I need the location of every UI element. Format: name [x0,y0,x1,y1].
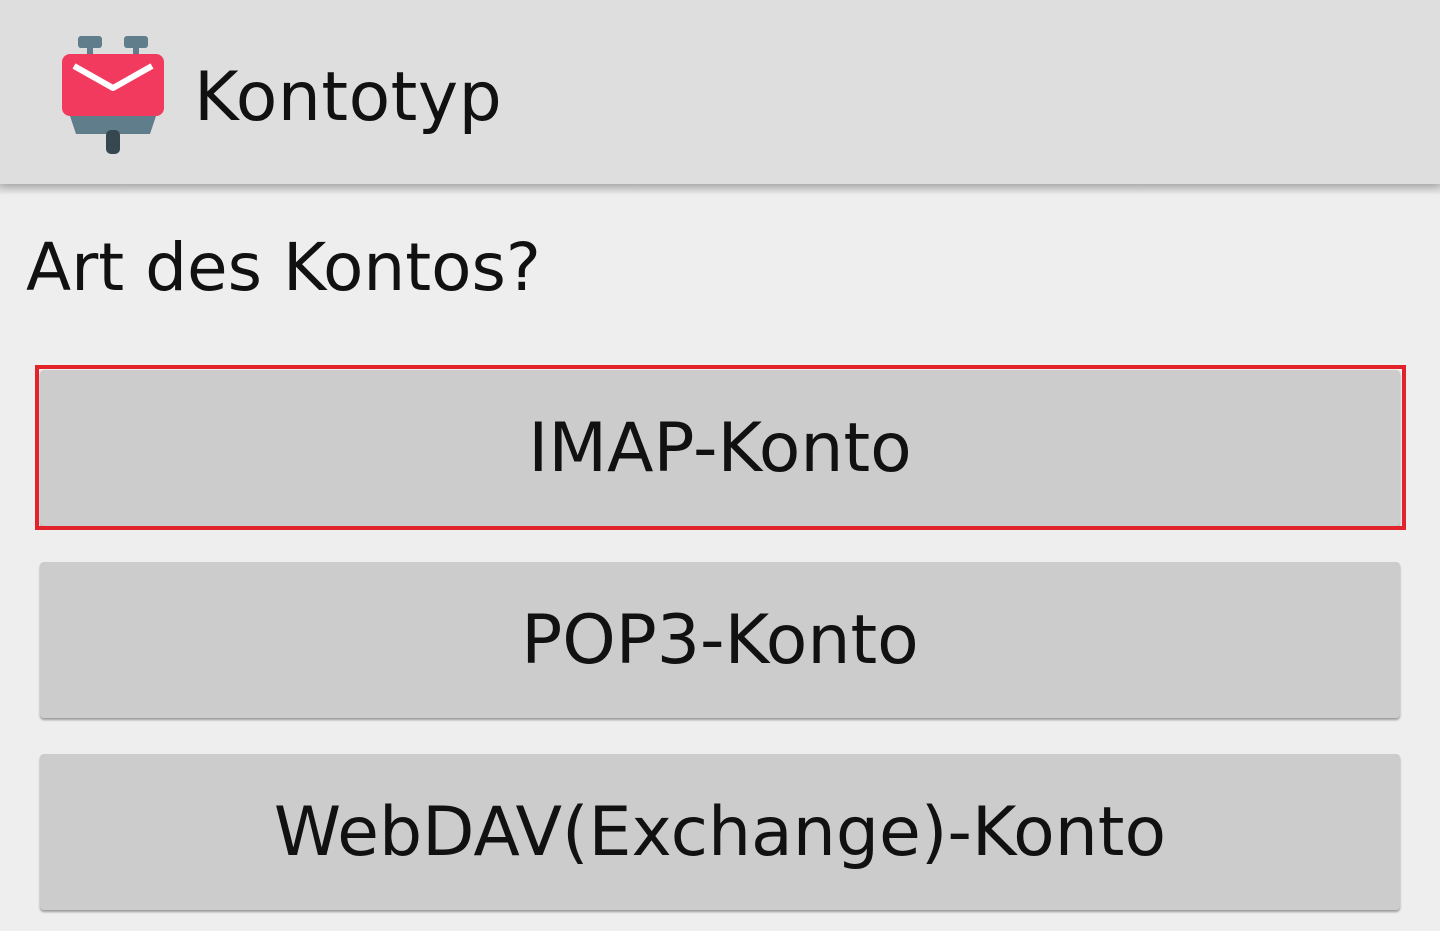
app-bar: Kontotyp [0,0,1440,184]
pop3-account-label: POP3-Konto [521,600,919,680]
imap-account-button[interactable]: IMAP-Konto [40,370,1400,526]
webdav-exchange-account-label: WebDAV(Exchange)-Konto [273,792,1167,872]
account-type-prompt: Art des Kontos? [26,229,541,306]
app-bar-shadow [0,184,1440,194]
webdav-exchange-account-button[interactable]: WebDAV(Exchange)-Konto [40,754,1400,910]
pop3-account-button[interactable]: POP3-Konto [40,562,1400,718]
imap-account-label: IMAP-Konto [528,408,912,488]
app-title: Kontotyp [194,58,503,137]
k9-mail-robot-icon [62,36,164,154]
